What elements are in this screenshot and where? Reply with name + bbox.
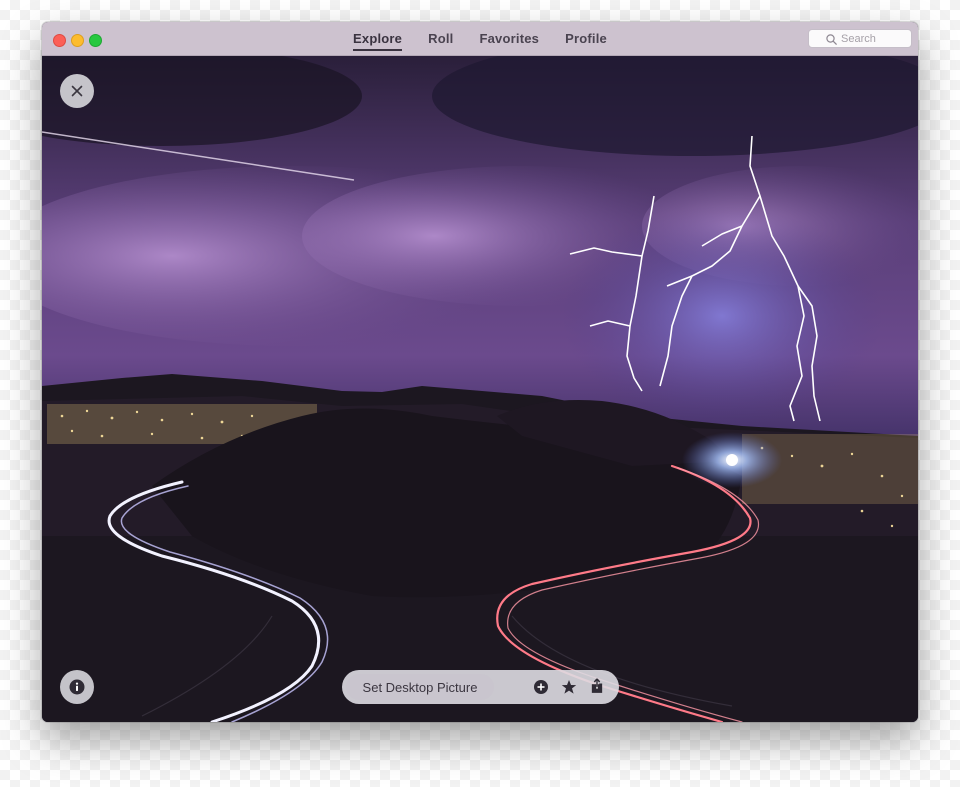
nav-tabs: Explore Roll Favorites Profile (42, 22, 918, 55)
star-icon[interactable] (561, 679, 577, 695)
title-bar: Explore Roll Favorites Profile (42, 22, 918, 56)
search-input[interactable] (827, 31, 918, 46)
tab-profile[interactable]: Profile (565, 27, 607, 51)
share-icon[interactable] (589, 678, 605, 694)
search-field[interactable] (808, 29, 918, 48)
tab-explore[interactable]: Explore (353, 27, 403, 51)
tab-roll[interactable]: Roll (428, 27, 453, 51)
info-icon (69, 679, 85, 695)
plus-icon[interactable] (533, 679, 549, 695)
close-button[interactable] (60, 74, 94, 108)
magnifier-icon (826, 34, 837, 45)
set-desktop-picture-button[interactable]: Set Desktop Picture (346, 674, 494, 700)
app-window: Explore Roll Favorites Profile Search Se… (42, 22, 918, 722)
tab-favorites[interactable]: Favorites (479, 27, 539, 51)
storm-photo (42, 56, 918, 722)
info-button[interactable] (60, 670, 94, 704)
close-icon (71, 85, 83, 97)
photo-toolbar: Set Desktop Picture (342, 670, 619, 704)
